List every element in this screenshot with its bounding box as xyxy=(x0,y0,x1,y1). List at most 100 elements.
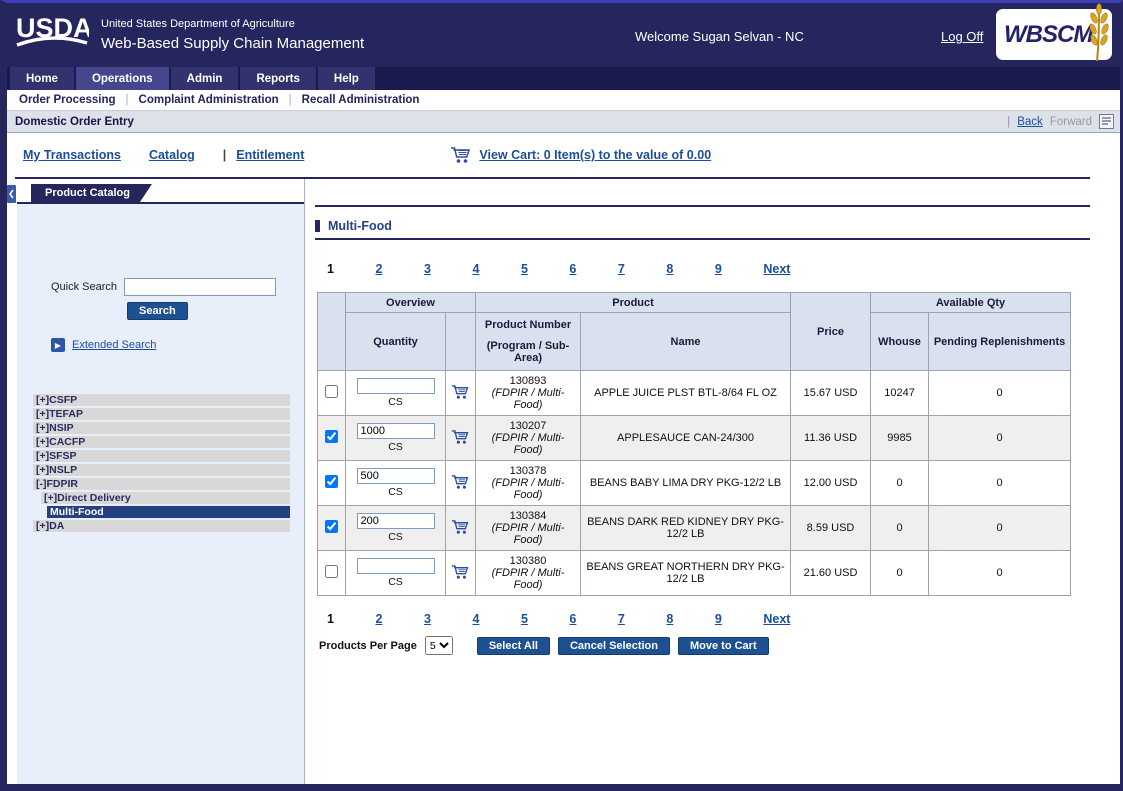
page-2[interactable]: 2 xyxy=(375,612,420,626)
pending-qty: 0 xyxy=(929,506,1071,551)
cart-icon xyxy=(450,146,472,164)
collapse-panel-icon[interactable] xyxy=(7,185,16,203)
row-select-checkbox[interactable] xyxy=(325,565,338,578)
sidebar-title: Product Catalog xyxy=(31,184,152,202)
app-title: Web-Based Supply Chain Management xyxy=(101,35,364,52)
page-8[interactable]: 8 xyxy=(666,612,711,626)
price: 8.59 USD xyxy=(791,506,871,551)
page-9[interactable]: 9 xyxy=(715,262,760,276)
tab-reports[interactable]: Reports xyxy=(240,67,315,90)
tree-item-nslp: [+]NSLP xyxy=(33,464,290,476)
page-title: Multi-Food xyxy=(328,219,392,233)
separator: | xyxy=(223,148,227,162)
row-select-checkbox[interactable] xyxy=(325,475,338,488)
search-button[interactable]: Search xyxy=(127,302,188,320)
page-next[interactable]: Next xyxy=(763,612,808,626)
subnav-order-processing[interactable]: Order Processing xyxy=(19,94,116,106)
select-column-header xyxy=(318,293,346,371)
product-number: 130378 xyxy=(480,465,576,477)
product-name: BEANS GREAT NORTHERN DRY PKG-12/2 LB xyxy=(581,551,791,596)
page-2[interactable]: 2 xyxy=(375,262,420,276)
select-all-button[interactable]: Select All xyxy=(477,637,550,655)
row-select-checkbox[interactable] xyxy=(325,385,338,398)
products-per-page-select[interactable]: 5 xyxy=(425,636,453,655)
add-to-cart-icon[interactable] xyxy=(451,429,470,445)
page-7[interactable]: 7 xyxy=(618,612,663,626)
quantity-input[interactable] xyxy=(357,513,435,529)
page-6[interactable]: 6 xyxy=(569,262,614,276)
page-1[interactable]: 1 xyxy=(327,612,372,626)
section-bullet xyxy=(315,220,320,232)
product-name: APPLE JUICE PLST BTL-8/64 FL OZ xyxy=(581,371,791,416)
back-link[interactable]: Back xyxy=(1017,116,1043,128)
page-options-icon[interactable] xyxy=(1099,114,1114,129)
page-4[interactable]: 4 xyxy=(472,262,517,276)
program-sub-area: (FDPIR / Multi-Food) xyxy=(480,522,576,546)
wheat-icon xyxy=(1084,1,1114,65)
unit-label: CS xyxy=(350,396,441,408)
view-cart-link[interactable]: View Cart: 0 Item(s) to the value of 0.0… xyxy=(479,148,711,162)
page-1[interactable]: 1 xyxy=(327,262,372,276)
unit-label: CS xyxy=(350,531,441,543)
unit-label: CS xyxy=(350,576,441,588)
page-7[interactable]: 7 xyxy=(618,262,663,276)
quantity-input[interactable] xyxy=(357,468,435,484)
product-number: 130207 xyxy=(480,420,576,432)
subnav-complaint-administration[interactable]: Complaint Administration xyxy=(139,94,279,106)
department-line: United States Department of Agriculture xyxy=(101,18,364,30)
price: 15.67 USD xyxy=(791,371,871,416)
extended-search-link[interactable]: Extended Search xyxy=(72,339,156,351)
tab-home[interactable]: Home xyxy=(10,67,74,90)
page-6[interactable]: 6 xyxy=(569,612,614,626)
quantity-input[interactable] xyxy=(357,423,435,439)
row-select-checkbox[interactable] xyxy=(325,520,338,533)
quick-search-input[interactable] xyxy=(124,278,276,296)
tab-operations[interactable]: Operations xyxy=(76,67,169,90)
add-to-cart-icon[interactable] xyxy=(451,474,470,490)
tab-help[interactable]: Help xyxy=(318,67,375,90)
table-row: CS 130384(FDPIR / Multi-Food) BEANS DARK… xyxy=(318,506,1071,551)
page-next[interactable]: Next xyxy=(763,262,808,276)
entitlement-link[interactable]: Entitlement xyxy=(236,148,304,162)
add-to-cart-icon[interactable] xyxy=(451,564,470,580)
page-3[interactable]: 3 xyxy=(424,262,469,276)
move-to-cart-button[interactable]: Move to Cart xyxy=(678,637,769,655)
catalog-link[interactable]: Catalog xyxy=(149,148,195,162)
quantity-input[interactable] xyxy=(357,378,435,394)
price: 12.00 USD xyxy=(791,461,871,506)
sidebar-body: Quick Search Search ▶ Extended Search [+… xyxy=(17,204,304,784)
add-to-cart-icon[interactable] xyxy=(451,384,470,400)
quantity-input[interactable] xyxy=(357,558,435,574)
my-transactions-link[interactable]: My Transactions xyxy=(23,148,121,162)
tree-item-nsip: [+]NSIP xyxy=(33,422,290,434)
table-row: CS 130893(FDPIR / Multi-Food) APPLE JUIC… xyxy=(318,371,1071,416)
row-select-checkbox[interactable] xyxy=(325,430,338,443)
page-4[interactable]: 4 xyxy=(472,612,517,626)
add-to-cart-icon[interactable] xyxy=(451,519,470,535)
page-5[interactable]: 5 xyxy=(521,612,566,626)
subnav-recall-administration[interactable]: Recall Administration xyxy=(302,94,420,106)
page-5[interactable]: 5 xyxy=(521,262,566,276)
product-group-header: Product xyxy=(476,293,791,313)
log-off-link[interactable]: Log Off xyxy=(941,29,983,44)
table-row: CS 130378(FDPIR / Multi-Food) BEANS BABY… xyxy=(318,461,1071,506)
page-9[interactable]: 9 xyxy=(715,612,760,626)
product-number: 130893 xyxy=(480,375,576,387)
page-8[interactable]: 8 xyxy=(666,262,711,276)
usda-logo: USDA xyxy=(15,10,89,61)
product-table: Overview Product Price Available Qty Qua… xyxy=(317,292,1071,596)
section-header: Multi-Food xyxy=(315,219,1090,240)
page-3[interactable]: 3 xyxy=(424,612,469,626)
unit-label: CS xyxy=(350,441,441,453)
pagination-bottom: 1 2 3 4 5 6 7 8 9 Next xyxy=(315,612,1090,626)
main-nav-tabs: Home Operations Admin Reports Help xyxy=(7,67,1120,90)
table-footer: Products Per Page 5 Select All Cancel Se… xyxy=(315,636,1090,655)
cancel-selection-button[interactable]: Cancel Selection xyxy=(558,637,670,655)
breadcrumb: Domestic Order Entry xyxy=(15,116,134,128)
application-window: USDA United States Department of Agricul… xyxy=(0,0,1123,791)
tab-admin[interactable]: Admin xyxy=(171,67,239,90)
available-qty-group-header: Available Qty xyxy=(871,293,1071,313)
separator: | xyxy=(126,94,129,106)
name-column-header: Name xyxy=(581,313,791,371)
overview-group-header: Overview xyxy=(346,293,476,313)
